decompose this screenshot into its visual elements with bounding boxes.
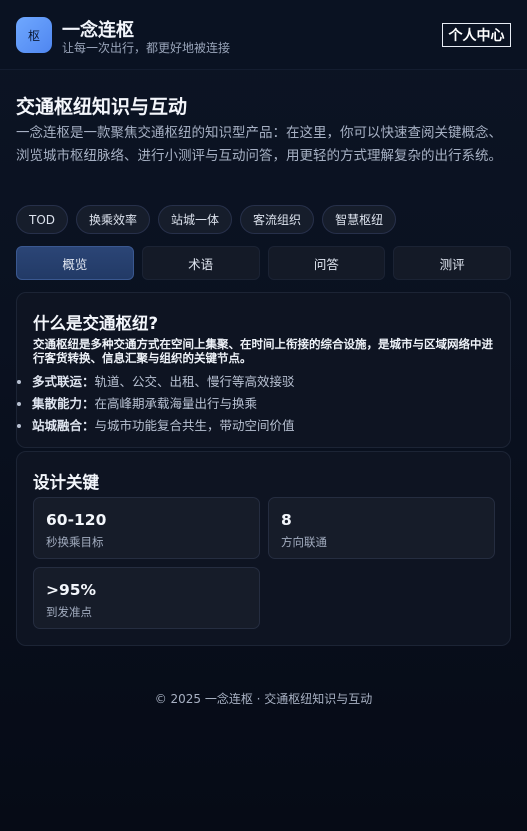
stat-value: 8 — [281, 511, 292, 529]
tab-quiz[interactable]: 测评 — [393, 246, 511, 280]
list-item-text: 在高峰期承载海量出行与换乘 — [94, 396, 258, 411]
bullet-dot-icon — [17, 380, 21, 384]
tag-station-city[interactable]: 站城一体 — [158, 205, 233, 234]
list-item-key: 站城融合： — [32, 418, 95, 433]
stat-label: 方向联通 — [281, 535, 327, 549]
tab-glossary[interactable]: 术语 — [141, 246, 260, 280]
stat-value: 60-120 — [46, 511, 107, 529]
stat-label: 秒换乘目标 — [46, 535, 104, 549]
stat-directions: 8 方向联通 — [268, 497, 495, 559]
page-title: 交通枢纽知识与互动 — [16, 96, 188, 118]
footer-copyright: © 2025 一念连枢 · 交通枢纽知识与互动 — [154, 692, 373, 706]
stat-label: 到发准点 — [46, 605, 92, 619]
overview-title: 什么是交通枢纽? — [33, 314, 159, 333]
list-item-key: 多式联运： — [32, 374, 95, 389]
logo-icon: 枢 — [16, 17, 52, 53]
page-intro: 一念连枢是一款聚焦交通枢纽的知识型产品：在这里，你可以快速查阅关键概念、浏览城市… — [16, 125, 502, 164]
logo-char: 枢 — [27, 28, 40, 43]
tag-tod[interactable]: TOD — [16, 205, 69, 234]
tag-passenger-flow[interactable]: 客流组织 — [240, 205, 315, 234]
feature-list: 多式联运：轨道、公交、出租、慢行等高效接驳 集散能力：在高峰期承载海量出行与换乘… — [17, 375, 497, 441]
list-item-key: 集散能力： — [32, 396, 95, 411]
list-item: 站城融合：与城市功能复合共生，带动空间价值 — [17, 419, 497, 441]
stat-transfer-time: 60-120 秒换乘目标 — [33, 497, 260, 559]
design-title: 设计关键 — [33, 473, 99, 492]
profile-button[interactable]: 个人中心 — [442, 23, 511, 47]
tag-transfer-efficiency[interactable]: 换乘效率 — [76, 205, 151, 234]
stat-value: >95% — [46, 581, 97, 599]
app-header: 枢 一念连枢 让每一次出行，都更好地被连接 个人中心 — [0, 0, 527, 70]
topic-tags: TOD 换乘效率 站城一体 客流组织 智慧枢纽 — [16, 205, 397, 234]
section-tabs: 概览 术语 问答 测评 — [16, 246, 511, 280]
overview-card: 什么是交通枢纽? 交通枢纽是多种交通方式在空间上集聚、在时间上衔接的综合设施，是… — [16, 292, 511, 448]
tab-qa[interactable]: 问答 — [267, 246, 386, 280]
tag-smart-hub[interactable]: 智慧枢纽 — [322, 205, 397, 234]
design-card: 设计关键 60-120 秒换乘目标 8 方向联通 >95% 到发准点 — [16, 451, 511, 646]
overview-lead: 交通枢纽是多种交通方式在空间上集聚、在时间上衔接的综合设施，是城市与区域网络中进… — [33, 337, 493, 365]
bullet-dot-icon — [17, 402, 21, 406]
list-item-text: 与城市功能复合共生，带动空间价值 — [94, 418, 295, 433]
tab-overview[interactable]: 概览 — [16, 246, 134, 280]
list-item: 集散能力：在高峰期承载海量出行与换乘 — [17, 397, 497, 419]
list-item-text: 轨道、公交、出租、慢行等高效接驳 — [94, 374, 295, 389]
stat-punctuality: >95% 到发准点 — [33, 567, 260, 629]
bullet-dot-icon — [17, 424, 21, 428]
brand-tagline: 让每一次出行，都更好地被连接 — [62, 41, 231, 55]
list-item: 多式联运：轨道、公交、出租、慢行等高效接驳 — [17, 375, 497, 397]
